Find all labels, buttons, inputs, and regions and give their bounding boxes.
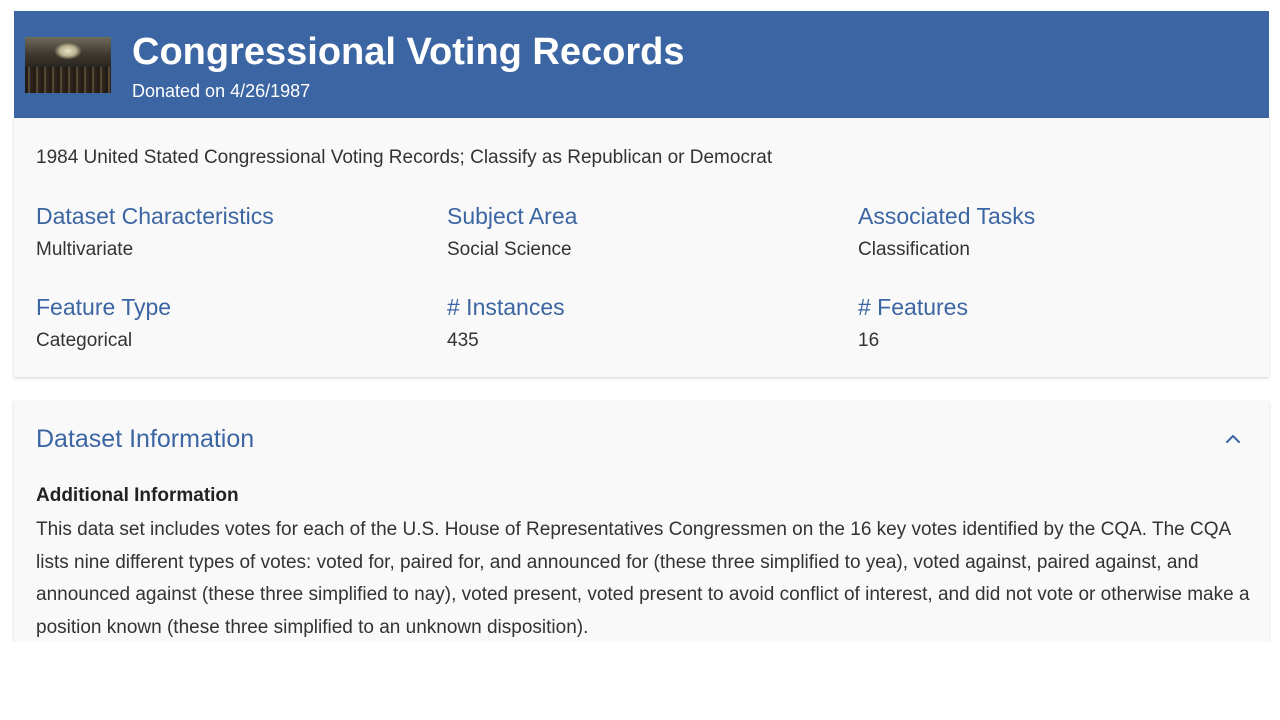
characteristic-label: Associated Tasks	[858, 203, 1036, 229]
additional-information-text: This data set includes votes for each of…	[36, 519, 1250, 638]
characteristic-subject-area: Subject Area Social Science	[447, 202, 837, 262]
dataset-information-card: Dataset Information Additional Informati…	[14, 401, 1269, 651]
page-cutoff-area	[0, 642, 1280, 720]
dataset-thumbnail-image	[25, 37, 111, 93]
characteristic-value: Social Science	[447, 239, 572, 260]
characteristic-feature-type: Feature Type Categorical	[36, 293, 426, 353]
additional-information-heading: Additional Information	[36, 485, 239, 506]
characteristic-value: 435	[447, 330, 479, 351]
characteristic-instances: # Instances 435	[447, 293, 837, 353]
characteristic-associated-tasks: Associated Tasks Classification	[858, 202, 1248, 262]
donated-date: Donated on 4/26/1987	[132, 81, 311, 101]
dataset-information-title[interactable]: Dataset Information	[36, 425, 254, 454]
characteristic-label: # Instances	[447, 294, 565, 320]
characteristic-features: # Features 16	[858, 293, 1248, 353]
dataset-summary-card: 1984 United Stated Congressional Voting …	[14, 118, 1269, 377]
characteristic-label: Feature Type	[36, 294, 172, 320]
characteristic-dataset-characteristics: Dataset Characteristics Multivariate	[36, 202, 426, 262]
chevron-up-icon[interactable]	[1223, 429, 1243, 449]
dataset-summary: 1984 United Stated Congressional Voting …	[36, 147, 773, 168]
characteristic-label: # Features	[858, 294, 968, 320]
characteristic-value: 16	[858, 330, 880, 351]
page-title: Congressional Voting Records	[132, 31, 685, 73]
characteristic-value: Multivariate	[36, 239, 134, 260]
characteristic-value: Classification	[858, 239, 970, 260]
characteristic-value: Categorical	[36, 330, 133, 351]
dataset-header: Congressional Voting Records Donated on …	[14, 11, 1269, 118]
characteristic-label: Dataset Characteristics	[36, 203, 274, 229]
characteristic-label: Subject Area	[447, 203, 578, 229]
